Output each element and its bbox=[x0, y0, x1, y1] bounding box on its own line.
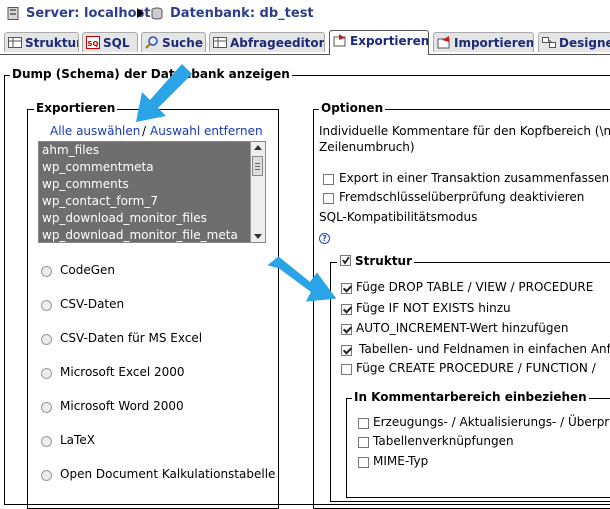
scroll-down-icon[interactable] bbox=[254, 234, 262, 239]
structure-legend: Struktur bbox=[337, 254, 415, 268]
tab-bar: Struktur SQL SQL Suche Abfrageeditor Exp… bbox=[0, 30, 610, 55]
comment-label-cont: Zeilenumbruch) bbox=[319, 140, 415, 154]
comment-option-label: Tabellenverknüpfungen bbox=[373, 434, 514, 448]
table-option[interactable]: wp_comments bbox=[42, 177, 129, 191]
scroll-thumb[interactable] bbox=[252, 156, 263, 176]
format-radio-latex[interactable] bbox=[41, 436, 52, 447]
sql-icon: SQL bbox=[86, 36, 100, 49]
select-scrollbar[interactable] bbox=[250, 142, 265, 242]
search-icon bbox=[145, 36, 158, 49]
tab-abfrageeditor[interactable]: Abfrageeditor bbox=[209, 32, 325, 52]
auto-increment-checkbox[interactable] bbox=[341, 324, 352, 335]
format-label: Microsoft Word 2000 bbox=[60, 399, 184, 413]
designer-icon bbox=[542, 37, 556, 48]
transaction-label: Export in einer Transaktion zusammenfass… bbox=[339, 171, 610, 185]
fk-checks-checkbox[interactable] bbox=[323, 193, 334, 204]
creation-time-checkbox[interactable] bbox=[358, 418, 369, 429]
tab-label: Exportieren bbox=[350, 34, 429, 48]
breadcrumb: Server: localhost Datenbank: db_test bbox=[0, 0, 610, 28]
import-icon bbox=[437, 36, 450, 49]
create-procedure-checkbox[interactable] bbox=[341, 364, 352, 375]
check-icon bbox=[342, 256, 350, 265]
scroll-up-icon[interactable] bbox=[254, 145, 262, 150]
structure-option-label: Füge DROP TABLE / VIEW / PROCEDURE bbox=[356, 280, 594, 294]
tab-struktur[interactable]: Struktur bbox=[4, 32, 79, 52]
structure-option-label: Füge CREATE PROCEDURE / FUNCTION / bbox=[356, 361, 596, 375]
mime-checkbox[interactable] bbox=[358, 457, 369, 468]
table-option[interactable]: ahm_files bbox=[42, 143, 99, 157]
breadcrumb-separator-icon bbox=[137, 8, 144, 18]
help-icon[interactable]: ? bbox=[319, 233, 330, 244]
table-option[interactable]: wp_download_monitor_files bbox=[42, 211, 207, 225]
svg-text:SQL: SQL bbox=[88, 40, 101, 48]
table-option[interactable]: wp_commentmeta bbox=[42, 160, 154, 174]
compat-label: SQL-Kompatibilitätsmodus bbox=[319, 210, 478, 224]
tables-select[interactable]: ahm_files wp_commentmeta wp_comments wp_… bbox=[38, 141, 266, 243]
comment-option-label: MIME-Typ bbox=[373, 454, 429, 468]
table-option[interactable]: wp_contact_form_7 bbox=[42, 194, 158, 208]
tab-sql[interactable]: SQL SQL bbox=[82, 32, 138, 52]
table-icon bbox=[8, 37, 22, 48]
fk-checks-label: Fremdschlüsselüberprüfung deaktivieren bbox=[339, 190, 585, 204]
server-icon bbox=[7, 7, 19, 20]
format-radio-word[interactable] bbox=[41, 402, 52, 413]
comment-option-label: Erzeugungs- / Aktualisierungs- / Überprü… bbox=[373, 415, 610, 429]
tab-suche[interactable]: Suche bbox=[141, 32, 206, 52]
tab-label: Suche bbox=[162, 36, 203, 50]
tab-designer[interactable]: Designe bbox=[538, 32, 610, 52]
format-radio-csv-excel[interactable] bbox=[41, 334, 52, 345]
annotation-arrow-icon bbox=[267, 256, 337, 302]
comments-fieldset bbox=[346, 398, 610, 498]
if-not-exists-checkbox[interactable] bbox=[341, 304, 352, 315]
structure-legend-label: Struktur bbox=[355, 254, 413, 268]
format-radio-csv[interactable] bbox=[41, 300, 52, 311]
format-label: Microsoft Excel 2000 bbox=[60, 365, 185, 379]
structure-option-label: Tabellen- und Feldnamen in einfachen Anf… bbox=[359, 342, 610, 356]
database-icon bbox=[151, 7, 163, 20]
structure-option-label: AUTO_INCREMENT-Wert hinzufügen bbox=[356, 321, 569, 335]
backquotes-checkbox[interactable] bbox=[341, 345, 352, 356]
server-link[interactable]: Server: localhost bbox=[26, 6, 150, 21]
transaction-checkbox[interactable] bbox=[323, 174, 334, 185]
options-legend: Optionen bbox=[319, 101, 386, 115]
format-radio-codegen[interactable] bbox=[41, 266, 52, 277]
format-radio-excel[interactable] bbox=[41, 368, 52, 379]
format-label: CodeGen bbox=[60, 263, 116, 277]
format-label: Open Document Kalkulationstabelle bbox=[60, 467, 276, 481]
tab-label: Designe bbox=[559, 36, 610, 50]
drop-table-checkbox[interactable] bbox=[341, 283, 352, 294]
tab-label: Abfrageeditor bbox=[230, 36, 325, 50]
comments-legend: In Kommentarbereich einbeziehen bbox=[352, 390, 589, 404]
table-option[interactable]: wp_download_monitor_file_meta bbox=[42, 228, 238, 242]
format-label: CSV-Daten bbox=[60, 297, 125, 311]
tab-importieren[interactable]: Importieren bbox=[433, 32, 534, 52]
query-editor-icon bbox=[213, 37, 227, 48]
relations-checkbox[interactable] bbox=[358, 437, 369, 448]
format-label: CSV-Daten für MS Excel bbox=[60, 331, 203, 345]
annotation-arrow-icon bbox=[136, 64, 192, 122]
tab-label: Struktur bbox=[25, 36, 79, 50]
tab-label: SQL bbox=[103, 36, 130, 50]
format-label: LaTeX bbox=[60, 433, 95, 447]
comment-label: Individuelle Kommentare für den Kopfbere… bbox=[319, 124, 610, 138]
structure-option-label: Füge IF NOT EXISTS hinzu bbox=[356, 301, 511, 315]
export-icon bbox=[333, 34, 346, 47]
export-legend: Exportieren bbox=[34, 101, 118, 115]
database-link[interactable]: Datenbank: db_test bbox=[170, 6, 314, 21]
tab-exportieren[interactable]: Exportieren bbox=[329, 30, 429, 55]
tab-label: Importieren bbox=[454, 36, 534, 50]
format-radio-ods[interactable] bbox=[41, 470, 52, 481]
